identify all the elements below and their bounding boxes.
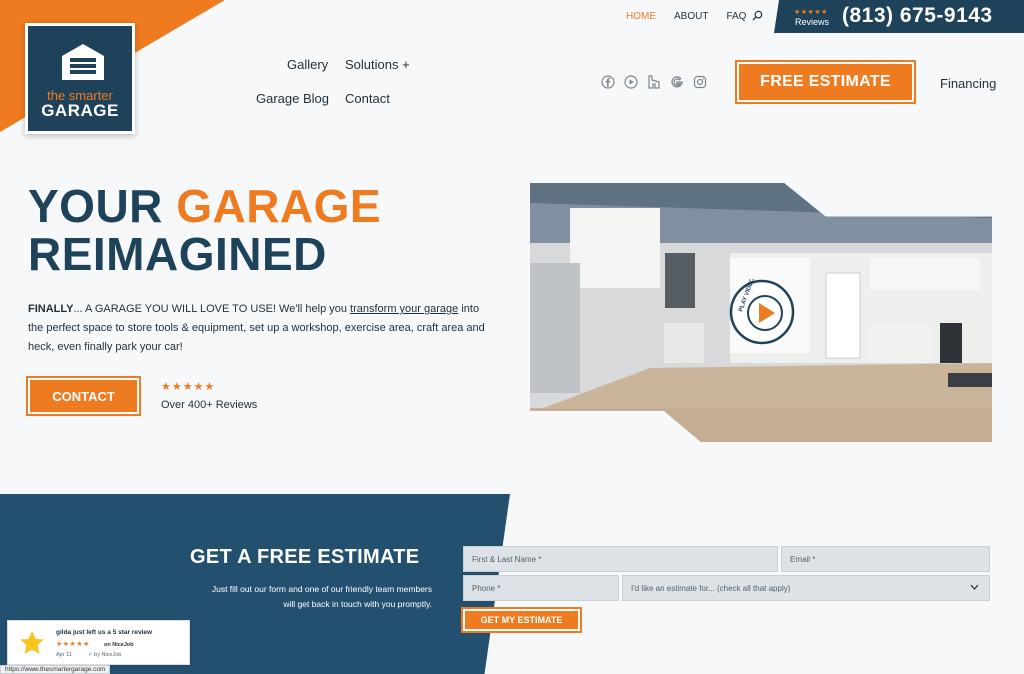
phone-bar: ★★★★★ Reviews (813) 675-9143 [774, 0, 1024, 33]
play-video-button[interactable]: PLAY VIDEO [729, 279, 795, 345]
nicejob-by[interactable]: ✓ by NiceJob [88, 652, 121, 658]
garage-logo-icon [62, 44, 104, 80]
select-value: I'd like an estimate for... (check all t… [631, 583, 791, 593]
headline-part1: YOUR [28, 180, 177, 232]
intro-bold: FINALLY [28, 303, 74, 315]
contact-button[interactable]: CONTACT [26, 376, 141, 416]
email-field[interactable]: Email * [781, 546, 990, 572]
nicejob-headline: gilda just left us a 5 star review [56, 629, 153, 636]
hero-review-stars: ★★★★★ [161, 381, 216, 393]
headline-line2: REIMAGINED [28, 228, 327, 280]
phone-field[interactable]: Phone * [463, 575, 619, 601]
nicejob-on: on NiceJob [104, 642, 134, 648]
estimate-type-select[interactable]: I'd like an estimate for... (check all t… [622, 575, 990, 601]
social-links [601, 75, 707, 89]
estimate-title: GET A FREE ESTIMATE [190, 546, 420, 568]
nav-solutions[interactable]: Solutions + [345, 57, 410, 72]
topbar-reviews-link[interactable]: Reviews [795, 17, 829, 27]
nav-about[interactable]: ABOUT [674, 11, 708, 22]
logo-line2: GARAGE [41, 101, 119, 120]
hero-intro: FINALLY... A GARAGE YOU WILL LOVE TO USE… [28, 300, 488, 357]
facebook-icon[interactable] [601, 75, 615, 89]
estimate-subtitle: Just fill out our form and one of our fr… [211, 584, 432, 609]
chevron-down-icon [970, 584, 979, 590]
topbar-stars: ★★★★★ [794, 9, 828, 16]
site-logo[interactable]: the smarter GARAGE [25, 23, 135, 134]
instagram-icon[interactable] [693, 75, 707, 89]
get-my-estimate-button[interactable]: GET MY ESTIMATE [461, 607, 582, 633]
nicejob-stars: ★★★★★ [56, 641, 90, 648]
headline-part2: GARAGE [176, 180, 382, 232]
youtube-icon[interactable] [624, 75, 638, 89]
star-icon [20, 631, 44, 654]
nav-contact[interactable]: Contact [345, 91, 390, 106]
financing-link[interactable]: Financing [940, 76, 996, 91]
intro-text-a: ... A GARAGE YOU WILL LOVE TO USE! We'll… [73, 303, 351, 315]
nav-garage-blog[interactable]: Garage Blog [256, 91, 329, 106]
google-icon[interactable] [670, 75, 684, 89]
nav-home[interactable]: HOME [626, 11, 656, 22]
houzz-icon[interactable] [647, 75, 661, 89]
nav-faq[interactable]: FAQ [726, 11, 746, 22]
transform-link[interactable]: transform your garage [350, 303, 458, 315]
status-bar-url: https://www.thesmartergarage.com [0, 665, 111, 674]
phone-number[interactable]: (813) 675-9143 [842, 4, 993, 28]
nicejob-date: Apr 11 [56, 652, 72, 658]
top-links: HOME ABOUT FAQ [626, 11, 746, 22]
nav-gallery[interactable]: Gallery [287, 57, 328, 72]
hero-headline: YOUR GARAGE REIMAGINED [28, 182, 381, 278]
hero-reviews-count[interactable]: Over 400+ Reviews [161, 399, 257, 411]
name-field[interactable]: First & Last Name * [463, 546, 778, 572]
nicejob-review-popup[interactable]: gilda just left us a 5 star review ★★★★★… [7, 620, 190, 665]
free-estimate-button[interactable]: FREE ESTIMATE [735, 60, 916, 104]
search-icon[interactable] [752, 10, 763, 21]
